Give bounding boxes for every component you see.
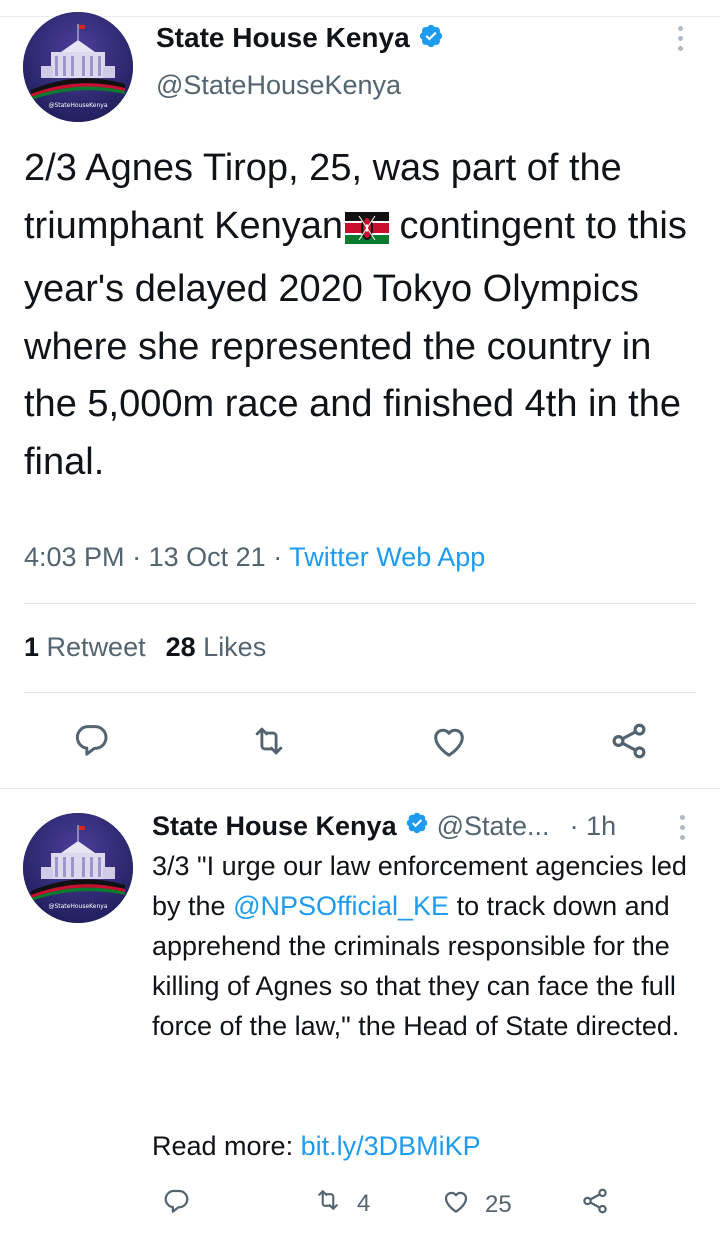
engagement-stats: 1 Retweet 28 Likes [24, 632, 266, 663]
main-tweet: @StateHouseKenya State House Kenya @Stat… [0, 0, 720, 788]
tweet-meta: 4:03 PM · 13 Oct 21 · Twitter Web App [24, 542, 485, 573]
retweet-icon [313, 1186, 343, 1221]
retweet-icon[interactable] [248, 722, 290, 765]
meta-separator: · [569, 810, 579, 841]
display-name[interactable]: State House Kenya [156, 22, 410, 54]
tweet-time[interactable]: 4:03 PM [24, 542, 125, 572]
meta-separator: · [273, 542, 283, 572]
section-divider [0, 788, 720, 789]
avatar-caption: @StateHouseKenya [48, 903, 107, 910]
verified-badge-icon [418, 23, 444, 54]
retweet-count: 1 [24, 632, 40, 662]
retweet-label: Retweet [46, 632, 146, 662]
share-button[interactable] [580, 1186, 610, 1223]
state-house-logo-icon: @StateHouseKenya [23, 12, 133, 122]
avatar-caption: @StateHouseKenya [48, 102, 107, 109]
reply-button[interactable] [161, 1186, 191, 1223]
retweet-count: 4 [357, 1189, 371, 1217]
avatar[interactable]: @StateHouseKenya [23, 813, 133, 923]
more-vertical-icon[interactable] [672, 815, 692, 840]
reply-author-row: State House Kenya @State... · 1h [152, 808, 616, 844]
tweet-date[interactable]: 13 Oct 21 [149, 542, 266, 572]
share-icon[interactable] [608, 720, 650, 767]
likes-stat[interactable]: 28 Likes [166, 632, 267, 662]
relative-time: 1h [586, 810, 617, 841]
read-more-line: Read more: bit.ly/3DBMiKP [152, 1126, 481, 1166]
heart-icon[interactable] [428, 721, 470, 766]
display-name[interactable]: State House Kenya [152, 811, 397, 842]
author-handle[interactable]: @StateHouseKenya [156, 70, 401, 101]
tweet-source-link[interactable]: Twitter Web App [289, 542, 485, 572]
retweet-button[interactable]: 4 [313, 1186, 370, 1221]
retweets-stat[interactable]: 1 Retweet [24, 632, 146, 662]
tweet-time[interactable]: · 1h [570, 811, 617, 842]
mention-link[interactable]: @NPSOfficial_KE [233, 891, 449, 921]
like-label: Likes [203, 632, 267, 662]
author-handle[interactable]: @State... [437, 811, 550, 842]
read-more-link[interactable]: bit.ly/3DBMiKP [301, 1131, 481, 1161]
divider [24, 603, 696, 604]
heart-icon [441, 1186, 471, 1223]
divider [24, 692, 696, 693]
like-count: 25 [485, 1190, 512, 1218]
reply-icon [161, 1186, 191, 1223]
share-icon [580, 1186, 610, 1223]
meta-separator: · [132, 542, 142, 572]
like-button[interactable]: 25 [441, 1186, 512, 1223]
state-house-logo-icon: @StateHouseKenya [23, 813, 133, 923]
more-vertical-icon[interactable] [670, 26, 690, 51]
tweet-text: 2/3 Agnes Tirop, 25, was part of the tri… [24, 140, 704, 491]
reply-icon[interactable] [71, 720, 111, 765]
reply-tweet-text: 3/3 "I urge our law enforcement agencies… [152, 846, 712, 1046]
kenya-flag-emoji [344, 204, 389, 262]
read-more-label: Read more: [152, 1131, 301, 1161]
verified-badge-icon [405, 811, 429, 842]
avatar[interactable]: @StateHouseKenya [23, 12, 133, 122]
like-count: 28 [165, 632, 196, 662]
author-row: State House Kenya [156, 20, 444, 56]
